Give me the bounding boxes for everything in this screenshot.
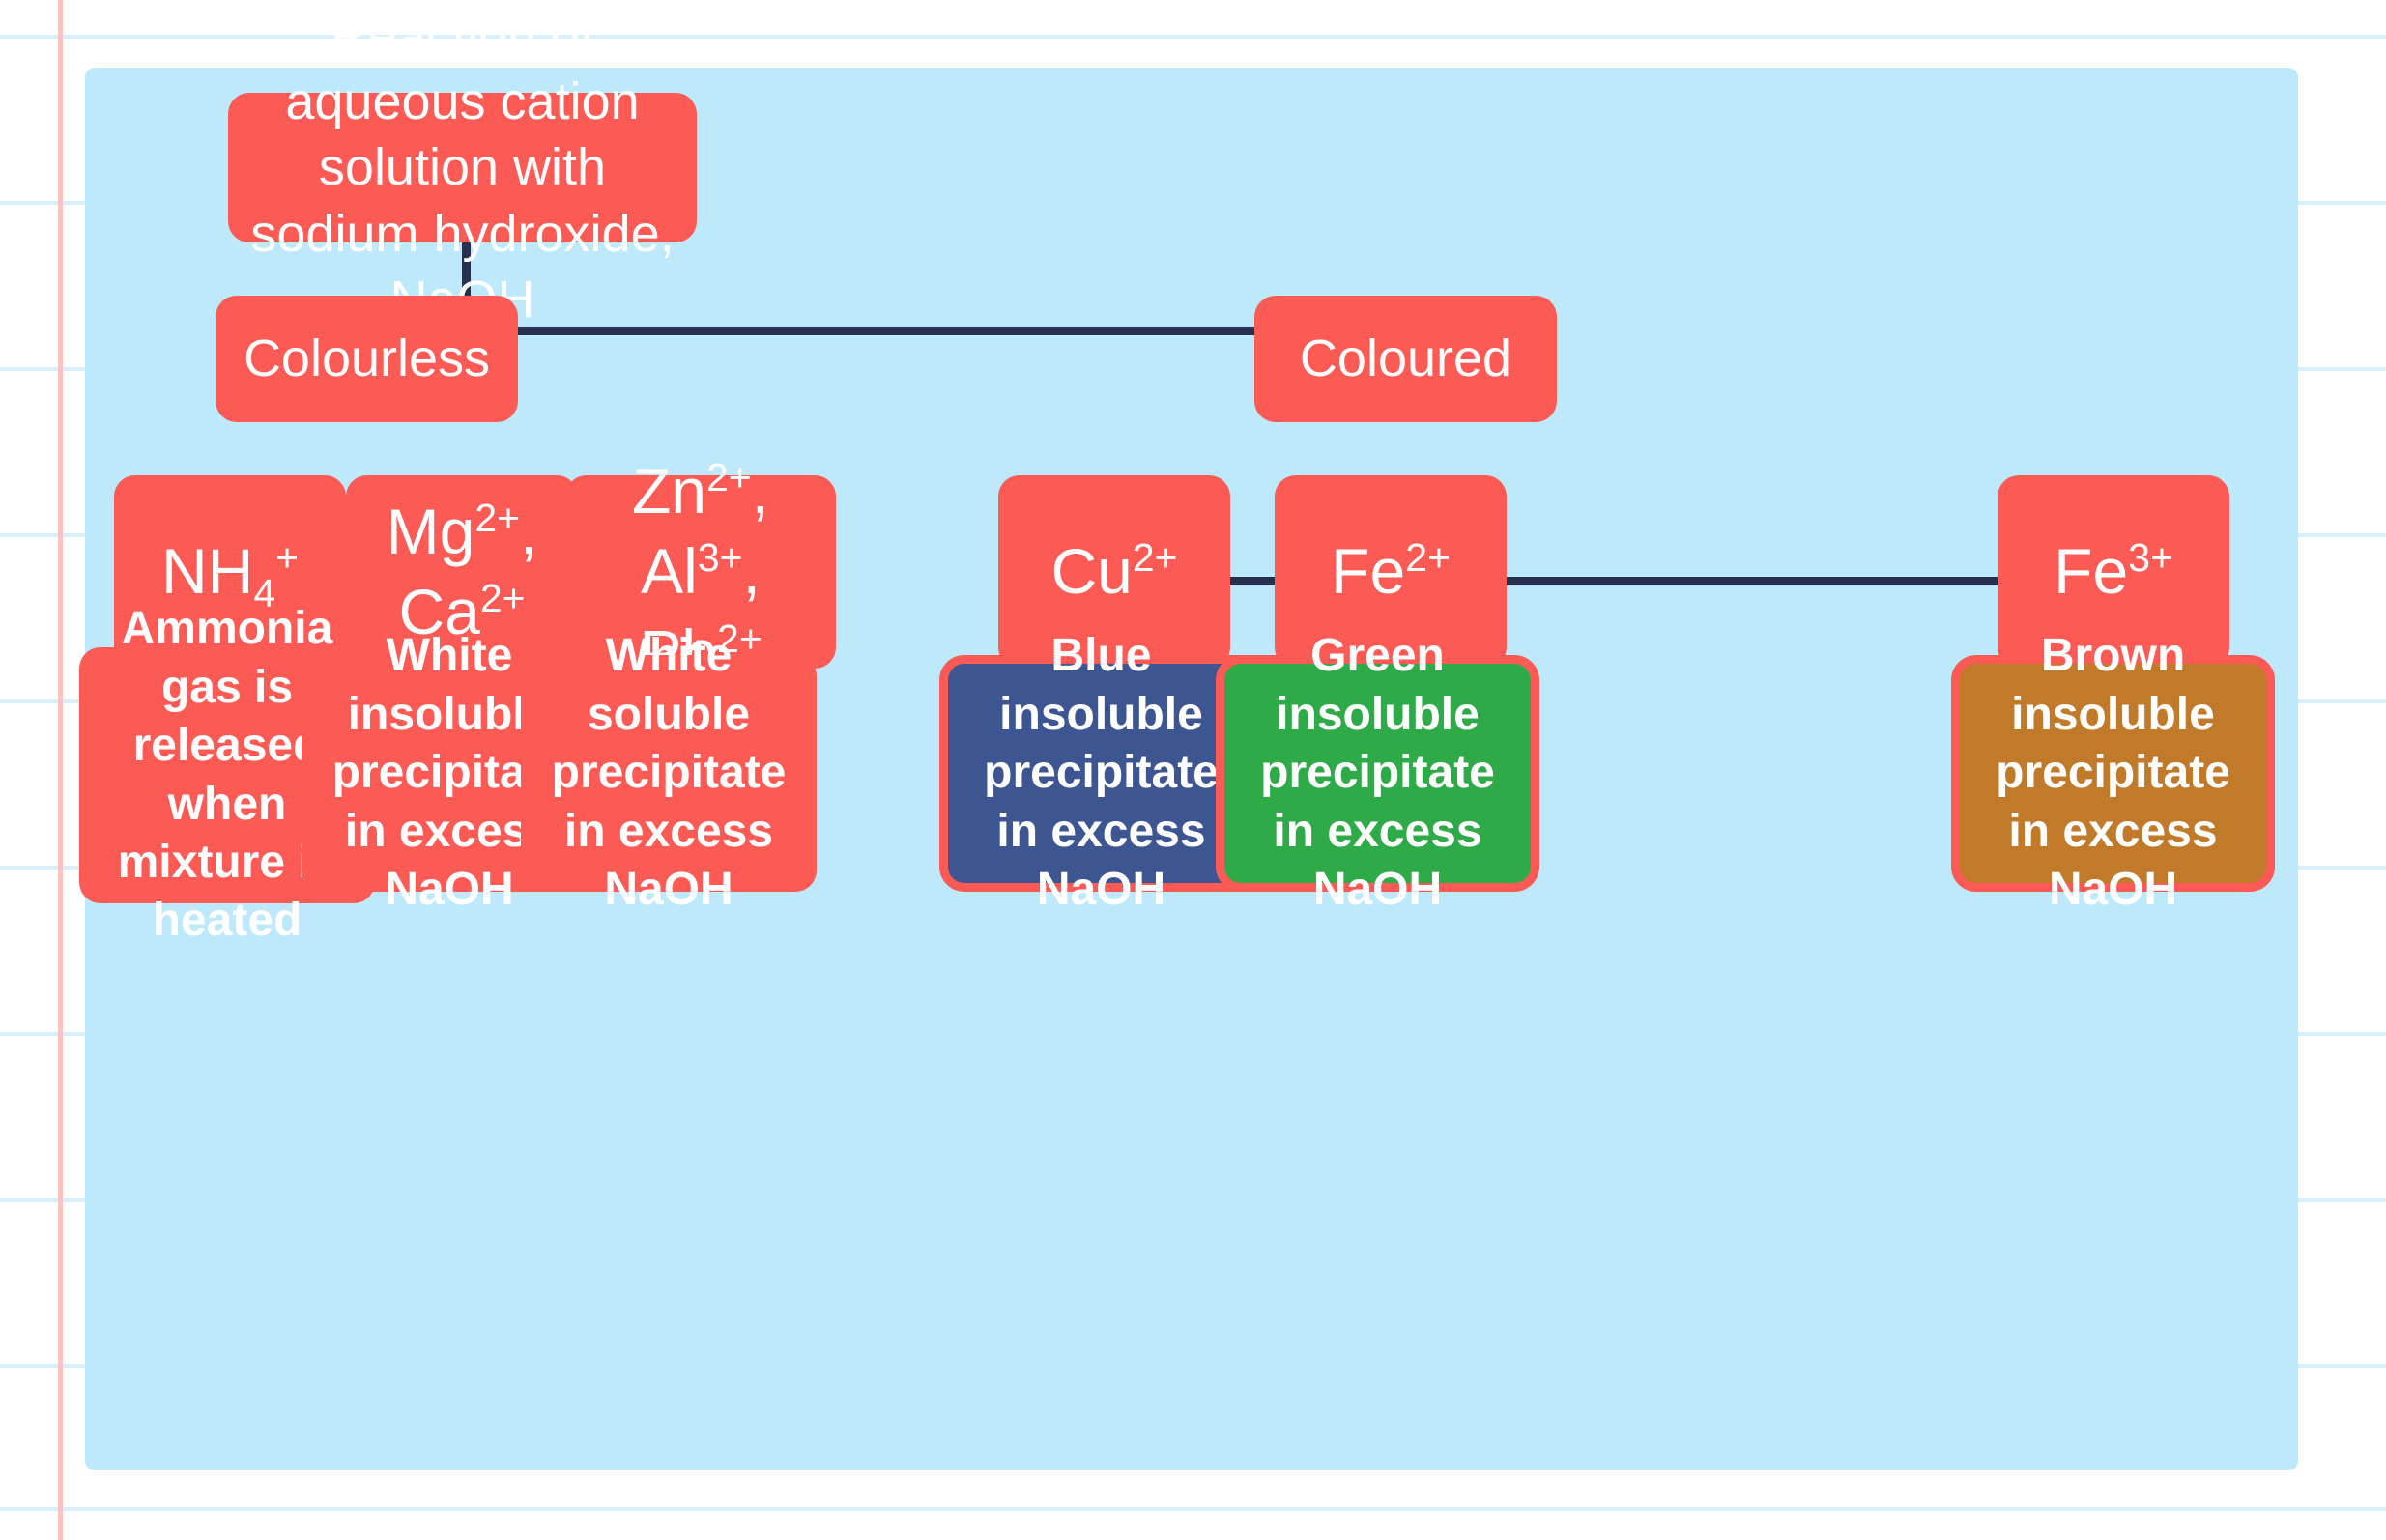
node-observation-fe3[interactable]: Brown insoluble precipitate in excess Na…	[1951, 630, 2275, 915]
node-observation-fe3-label: Brown insoluble precipitate in excess Na…	[1996, 630, 2230, 916]
node-observation-zn-al-pb[interactable]: White soluble precipitate in excess NaOH	[521, 630, 817, 915]
node-observation-zn-al-pb-label: White soluble precipitate in excess NaOH	[551, 630, 787, 916]
margin-line	[58, 0, 63, 1540]
node-observation-fe2-label: Green insoluble precipitate in excess Na…	[1260, 630, 1495, 916]
node-cation-fe3-label: Fe3+	[2054, 535, 2173, 608]
node-cation-cu-label: Cu2+	[1050, 535, 1178, 608]
node-branch-colourless[interactable]: Colourless	[216, 296, 518, 422]
notebook-page: Reaction of aqueous cation solution with…	[0, 0, 2386, 1540]
node-observation-cu[interactable]: Blue insoluble precipitate in excess NaO…	[939, 630, 1263, 915]
rule-line	[0, 1507, 2386, 1511]
node-root-title[interactable]: Reaction of aqueous cation solution with…	[228, 7, 697, 328]
node-branch-coloured[interactable]: Coloured	[1254, 296, 1557, 422]
node-root-label: Reaction of aqueous cation solution with…	[250, 7, 675, 328]
node-cation-fe2-label: Fe2+	[1331, 535, 1451, 608]
node-branch-coloured-label: Coloured	[1299, 329, 1512, 388]
connector-coloured-horizontal	[1114, 577, 2122, 585]
node-branch-colourless-label: Colourless	[243, 329, 491, 388]
node-observation-cu-label: Blue insoluble precipitate in excess NaO…	[984, 630, 1219, 916]
flowchart-canvas: Reaction of aqueous cation solution with…	[79, 7, 2298, 1470]
node-observation-fe2[interactable]: Green insoluble precipitate in excess Na…	[1216, 630, 1539, 915]
